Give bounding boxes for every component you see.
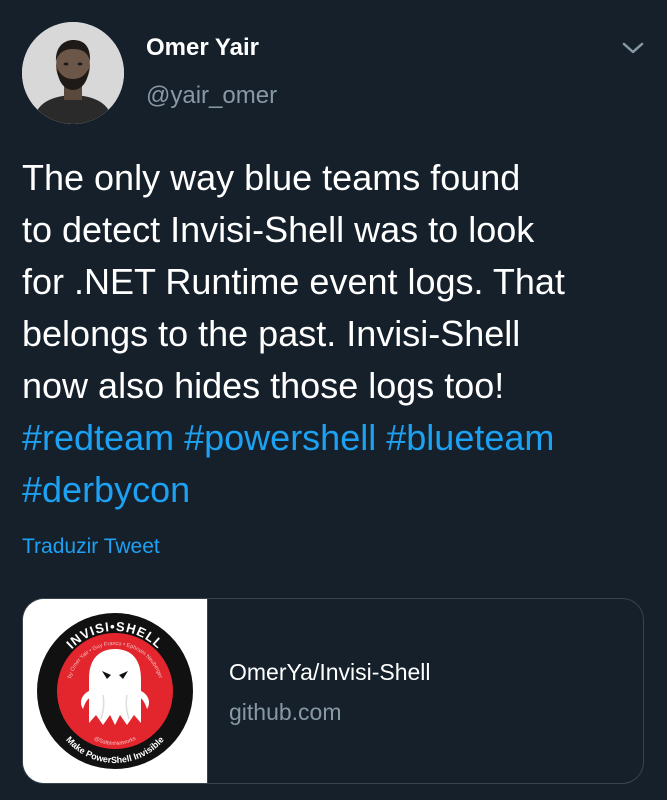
hashtag-link[interactable]: #derbycon — [22, 469, 190, 510]
author-handle[interactable]: @yair_omer — [146, 82, 277, 110]
tweet-text-line: now also hides those logs too! — [22, 365, 505, 406]
card-title[interactable]: OmerYa/Invisi-Shell — [229, 659, 431, 686]
hashtag-link[interactable]: #redteam — [22, 417, 174, 458]
tweet-text-line: The only way blue teams found — [22, 157, 521, 198]
hashtag-link[interactable]: #powershell — [184, 417, 376, 458]
hashtag-line: #redteam #powershell #blueteam — [22, 412, 652, 464]
card-image: INVISI•SHELL by Omer Yair • Guy Franco •… — [23, 599, 208, 783]
tweet-text-line: to detect Invisi-Shell was to look — [22, 209, 535, 250]
hashtag-link[interactable]: #blueteam — [386, 417, 554, 458]
avatar-image — [22, 22, 124, 124]
tweet-text-line: for .NET Runtime event logs. That — [22, 261, 565, 302]
tweet-text-line: belongs to the past. Invisi-Shell — [22, 313, 521, 354]
translate-tweet-link[interactable]: Traduzir Tweet — [22, 535, 160, 559]
avatar[interactable] — [22, 22, 124, 124]
ghost-icon: INVISI•SHELL by Omer Yair • Guy Franco •… — [23, 599, 207, 783]
tweet: Omer Yair @yair_omer The only way blue t… — [0, 0, 667, 800]
chevron-down-icon[interactable] — [618, 36, 648, 60]
card-domain: github.com — [229, 699, 342, 725]
hashtag-line: #derbycon — [22, 464, 652, 516]
author-name[interactable]: Omer Yair — [146, 34, 259, 62]
tweet-text: The only way blue teams found to detect … — [22, 152, 652, 516]
link-card[interactable]: INVISI•SHELL by Omer Yair • Guy Franco •… — [22, 598, 644, 784]
